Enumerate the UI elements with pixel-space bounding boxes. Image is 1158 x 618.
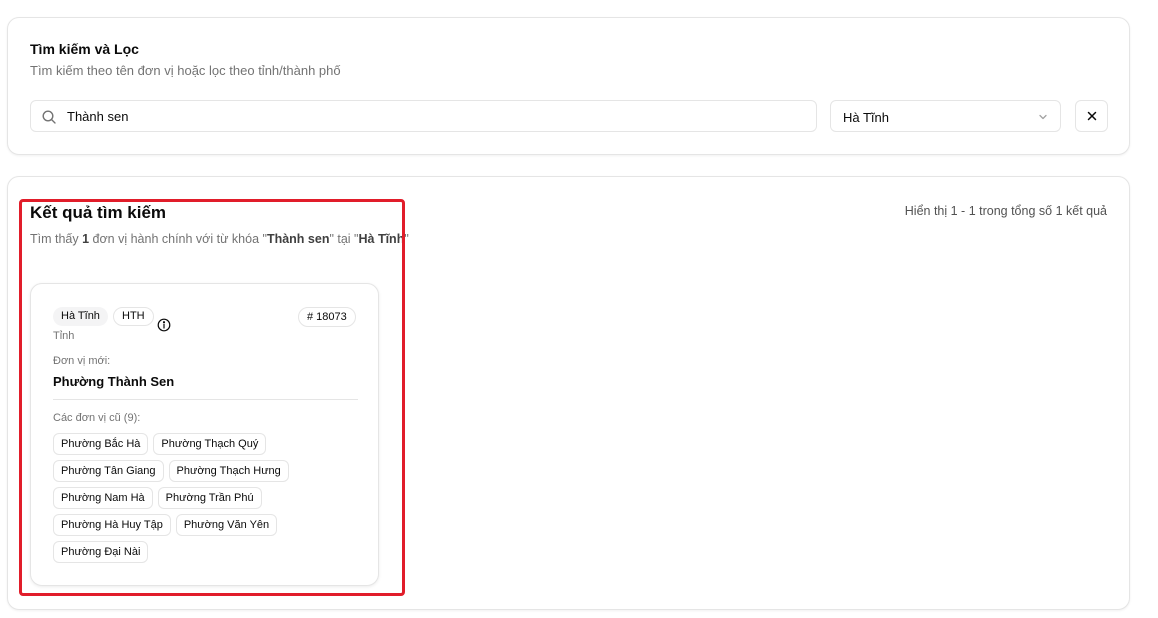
- search-input[interactable]: [67, 101, 807, 131]
- old-units-list: Phường Bắc Hà Phường Thạch Quý Phường Tâ…: [53, 433, 363, 563]
- old-unit-chip: Phường Đại Nài: [53, 541, 149, 563]
- province-select[interactable]: Hà Tĩnh: [830, 100, 1061, 132]
- desc-prefix: Tìm thấy: [30, 232, 83, 246]
- search-input-wrapper[interactable]: [30, 100, 817, 132]
- search-keyword: Thành sen: [266, 232, 330, 246]
- search-card-subtitle: Tìm kiếm theo tên đơn vị hoặc lọc theo t…: [30, 63, 341, 78]
- chevron-down-icon: [1039, 114, 1047, 120]
- desc-suffix: ": [404, 232, 409, 246]
- desc-mid: đơn vị hành chính với từ khóa ": [89, 232, 267, 246]
- search-icon: [42, 110, 56, 124]
- results-summary: Hiển thị 1 - 1 trong tổng số 1 kết quả: [904, 204, 1107, 218]
- old-unit-chip: Phường Thạch Quý: [153, 433, 267, 455]
- search-card-title: Tìm kiếm và Lọc: [30, 41, 139, 57]
- province-code-badge: HTH: [113, 307, 154, 326]
- results-description: Tìm thấy 1 đơn vị hành chính với từ khóa…: [30, 232, 409, 246]
- divider: [53, 399, 358, 400]
- province-select-value: Hà Tĩnh: [843, 110, 890, 125]
- old-unit-chip: Phường Nam Hà: [53, 487, 153, 509]
- old-units-label: Các đơn vị cũ (9):: [53, 412, 141, 424]
- close-icon: [1087, 111, 1096, 121]
- old-unit-chip: Phường Bắc Hà: [53, 433, 149, 455]
- old-unit-chip: Phường Văn Yên: [175, 514, 278, 536]
- province-name-badge: Hà Tĩnh: [53, 307, 108, 326]
- unit-result-card[interactable]: Hà Tĩnh HTH # 18073 Tỉnh Đơn vị mới: Phư…: [30, 283, 379, 586]
- desc-mid2: " tại ": [329, 232, 359, 246]
- old-unit-chip: Phường Trần Phú: [157, 487, 262, 509]
- results-title: Kết quả tìm kiếm: [30, 203, 167, 222]
- info-icon[interactable]: [157, 318, 171, 332]
- search-filter-card: Tìm kiếm và Lọc Tìm kiếm theo tên đơn vị…: [7, 17, 1130, 155]
- clear-filter-button[interactable]: [1075, 100, 1108, 132]
- old-unit-chip: Phường Hà Huy Tập: [53, 514, 171, 536]
- new-unit-label: Đơn vị mới:: [53, 355, 111, 367]
- search-province: Hà Tĩnh: [358, 232, 405, 246]
- unit-level: Tỉnh: [53, 330, 75, 342]
- old-unit-chip: Phường Thạch Hưng: [168, 460, 289, 482]
- unit-id-badge: # 18073: [298, 307, 356, 327]
- new-unit-name: Phường Thành Sen: [53, 374, 175, 389]
- old-unit-chip: Phường Tân Giang: [53, 460, 164, 482]
- result-count: 1: [82, 232, 90, 246]
